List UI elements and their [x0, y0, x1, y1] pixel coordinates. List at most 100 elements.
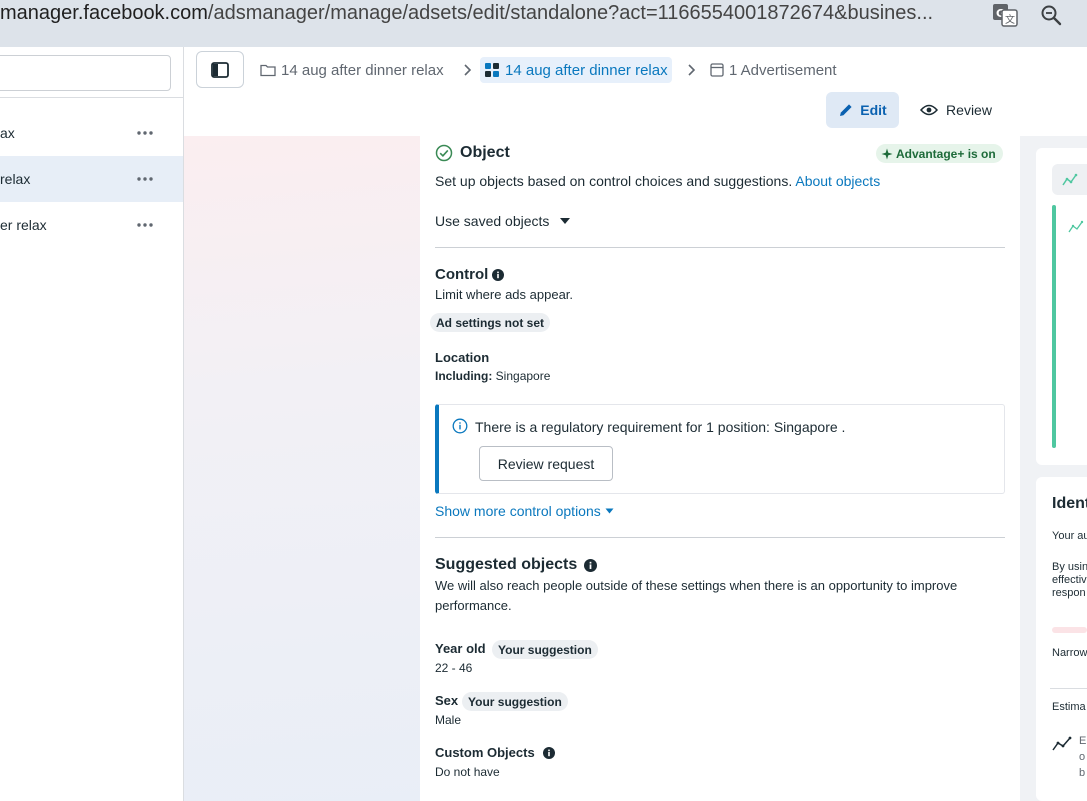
breadcrumb-ad-set-label: 14 aug after dinner relax — [505, 61, 668, 79]
narrow-label: Narrow — [1052, 647, 1087, 659]
age-title: Year old — [435, 641, 486, 656]
estimate-line: o — [1079, 751, 1086, 763]
ad-settings-pill: Ad settings not set — [430, 313, 551, 332]
saved-objects-label: Use saved objects — [435, 213, 550, 229]
url-host: manager.facebook.com — [0, 2, 208, 24]
sex-suggestion-pill: Your suggestion — [462, 692, 568, 711]
audience-definition-card: Ident Your au By usin effectiv respon Na… — [1036, 477, 1087, 801]
chevron-right-icon — [688, 64, 696, 76]
control-description: Limit where ads appear. — [435, 287, 574, 302]
estimate-label: Estima — [1052, 701, 1086, 713]
pencil-icon — [840, 104, 852, 116]
svg-text:文: 文 — [1005, 13, 1015, 26]
folder-icon — [260, 64, 276, 77]
info-icon[interactable] — [492, 268, 505, 281]
info-outline-icon — [452, 418, 468, 434]
regulatory-notice-text: There is a regulatory requirement for 1 … — [475, 419, 846, 435]
sparkle-icon — [881, 148, 893, 159]
review-button-label: Review — [946, 102, 992, 118]
check-circle-icon — [435, 144, 453, 162]
ad-icon — [710, 63, 724, 77]
regulatory-notice: There is a regulatory requirement for 1 … — [435, 404, 1005, 494]
trend-tab[interactable] — [1052, 164, 1087, 195]
estimate-trend-icon — [1052, 736, 1072, 751]
list-item-label: er relax — [0, 217, 47, 233]
section-title-control: Control — [435, 266, 489, 283]
editor-toolbar: 14 aug after dinner relax 14 aug after d… — [184, 47, 1087, 136]
breadcrumb-ad-set[interactable]: 14 aug after dinner relax — [480, 57, 672, 83]
caret-down-icon — [605, 508, 614, 514]
age-value: 22 - 46 — [435, 661, 473, 675]
eye-icon — [920, 104, 939, 116]
url-text[interactable]: manager.facebook.com/adsmanager/manage/a… — [0, 0, 933, 26]
divider — [1050, 688, 1087, 689]
sex-title: Sex — [435, 693, 459, 708]
suggested-description-line2: performance. — [435, 598, 512, 613]
divider — [435, 537, 1005, 538]
show-more-label: Show more control options — [435, 503, 601, 519]
more-options-icon[interactable] — [136, 126, 154, 140]
trend-icon — [1068, 220, 1084, 233]
section-title-object: Object — [460, 144, 510, 161]
ad-set-search-input[interactable] — [0, 55, 171, 91]
sidebar-toggle-icon — [211, 61, 229, 78]
age-suggestion-pill: Your suggestion — [492, 640, 598, 659]
sex-value: Male — [435, 713, 462, 727]
list-item-label: relax — [0, 171, 31, 187]
audience-line: respon — [1052, 587, 1086, 599]
list-item[interactable]: ax — [0, 110, 183, 156]
green-indicator-bar — [1052, 205, 1056, 448]
browser-address-bar[interactable]: manager.facebook.com/adsmanager/manage/a… — [0, 0, 1087, 47]
url-path: /adsmanager/manage/adsets/edit/standalon… — [207, 2, 934, 24]
estimate-line: E — [1079, 735, 1087, 747]
caret-down-icon — [560, 218, 571, 224]
suggested-heading: Suggested objects — [435, 556, 598, 574]
audience-line: effectiv — [1052, 574, 1087, 586]
left-divider — [0, 97, 184, 98]
audience-definition-heading: Ident — [1052, 495, 1087, 512]
audience-line: Your au — [1052, 530, 1087, 542]
chevron-right-icon — [464, 64, 472, 76]
including-label: Including: — [435, 369, 493, 383]
audience-card: Object Advantage+ is on Set up objects b… — [420, 136, 1020, 801]
estimate-line: b — [1079, 767, 1086, 779]
object-description: Set up objects based on control choices … — [435, 173, 880, 189]
advantage-badge: Advantage+ is on — [876, 144, 1003, 163]
trend-icon — [1061, 173, 1077, 185]
translate-icon[interactable]: G文 — [990, 0, 1020, 30]
custom-objects-heading: Custom Objects — [435, 745, 555, 760]
ad-set-list-panel: ax relax er relax — [0, 47, 184, 801]
review-button[interactable]: Review — [916, 92, 996, 128]
breadcrumb-ad-label: 1 Advertisement — [729, 61, 837, 79]
info-icon[interactable] — [542, 746, 555, 759]
edit-button-label: Edit — [860, 102, 887, 118]
custom-objects-title: Custom Objects — [435, 745, 535, 760]
audience-line: By usin — [1052, 561, 1087, 573]
saved-objects-dropdown[interactable]: Use saved objects — [435, 213, 571, 229]
custom-objects-value: Do not have — [435, 765, 500, 779]
suggested-description-line1: We will also reach people outside of the… — [435, 578, 958, 593]
breadcrumb-ad[interactable]: 1 Advertisement — [710, 57, 837, 83]
list-item[interactable]: er relax — [0, 202, 183, 248]
location-value: Including: Singapore — [435, 369, 550, 383]
audience-size-bar — [1052, 627, 1087, 633]
more-options-icon[interactable] — [136, 218, 154, 232]
advantage-badge-label: Advantage+ is on — [896, 146, 996, 161]
object-description-text: Set up objects based on control choices … — [435, 173, 793, 189]
breadcrumb-campaign[interactable]: 14 aug after dinner relax — [260, 57, 444, 83]
info-icon[interactable] — [584, 558, 598, 572]
zoom-icon[interactable] — [1036, 0, 1066, 30]
including-value: Singapore — [495, 369, 551, 383]
show-more-control-options[interactable]: Show more control options — [435, 503, 614, 519]
more-options-icon[interactable] — [136, 172, 154, 186]
toggle-sidebar-button[interactable] — [196, 51, 244, 88]
list-item-selected[interactable]: relax — [0, 156, 183, 202]
location-title: Location — [435, 350, 490, 365]
list-item-label: ax — [0, 125, 15, 141]
ad-set-grid-icon — [485, 63, 499, 77]
review-request-button[interactable]: Review request — [479, 446, 613, 481]
about-objects-link[interactable]: About objects — [795, 173, 880, 189]
edit-button[interactable]: Edit — [826, 92, 899, 128]
control-heading: Control — [435, 266, 505, 283]
section-title-suggested: Suggested objects — [435, 556, 578, 573]
